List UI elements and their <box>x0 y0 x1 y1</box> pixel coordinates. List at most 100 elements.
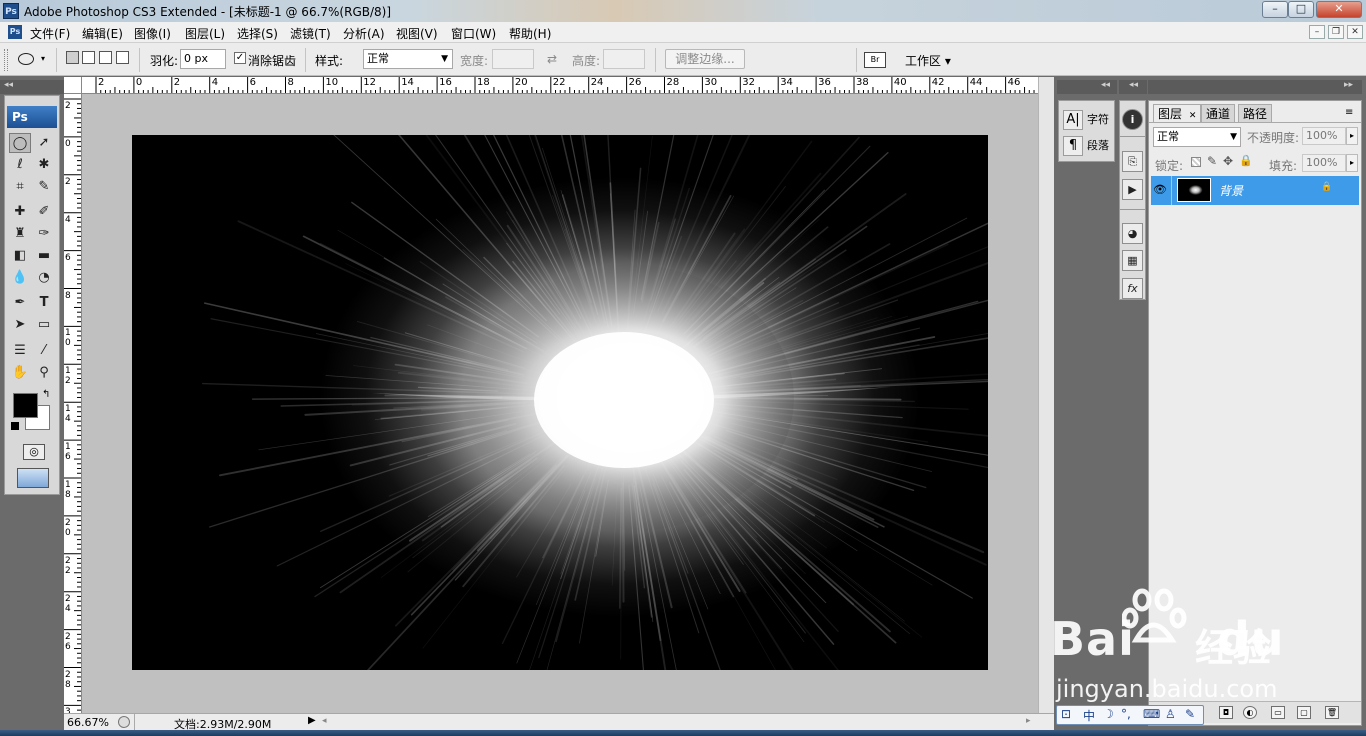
clone-stamp-tool-icon[interactable]: ♜ <box>9 224 31 244</box>
feather-input[interactable]: 0 px <box>180 49 226 69</box>
collapse-icon[interactable]: ▸▸ <box>1344 80 1353 90</box>
toolbox-header[interactable]: ◂◂ <box>0 80 64 94</box>
crop-tool-icon[interactable]: ⌗ <box>9 177 31 197</box>
swap-icon[interactable]: ⇄ <box>547 52 557 66</box>
menu-select[interactable]: 选择(S) <box>237 25 278 42</box>
zoom-level[interactable]: 66.67% <box>67 716 109 729</box>
taskbar[interactable] <box>0 730 1366 736</box>
actions-icon[interactable]: ▶ <box>1122 179 1143 200</box>
menu-filter[interactable]: 滤镜(T) <box>290 25 331 42</box>
dock-header-char[interactable]: ◂◂ <box>1057 80 1117 94</box>
layer-name[interactable]: 背景 <box>1219 182 1243 199</box>
new-selection-icon[interactable] <box>66 51 79 64</box>
swap-colors-icon[interactable]: ↰ <box>42 389 50 400</box>
fill-arrow-icon[interactable]: ▸ <box>1346 154 1358 172</box>
ruler-corner[interactable] <box>64 77 82 94</box>
shape-tool-icon[interactable]: ▭ <box>33 315 55 335</box>
zoom-tool-icon[interactable]: ⚲ <box>33 363 55 383</box>
ime-user-icon[interactable]: ♙ <box>1165 707 1176 721</box>
blend-mode-select[interactable]: 正常 ▼ <box>1153 127 1241 147</box>
collapse-icon[interactable]: ◂◂ <box>4 80 13 90</box>
menu-layer[interactable]: 图层(L) <box>185 25 225 42</box>
healing-brush-tool-icon[interactable]: ✚ <box>9 202 31 222</box>
scroll-right-icon[interactable]: ▸ <box>1026 716 1031 726</box>
ime-keyboard-icon[interactable]: ⌨ <box>1143 707 1160 721</box>
add-to-selection-icon[interactable] <box>82 51 95 64</box>
screen-mode-icon[interactable] <box>17 468 49 488</box>
marquee-tool-icon[interactable]: ◯ <box>9 133 31 153</box>
quick-mask-icon[interactable]: ◎ <box>23 444 45 460</box>
options-grip[interactable] <box>4 49 8 71</box>
opacity-input[interactable]: 100% <box>1302 127 1346 145</box>
maximize-button[interactable]: □ <box>1288 1 1314 18</box>
menu-edit[interactable]: 编辑(E) <box>82 25 123 42</box>
menu-image[interactable]: 图像(I) <box>134 25 171 42</box>
menu-file[interactable]: 文件(F) <box>30 25 70 42</box>
history-brush-tool-icon[interactable]: ✑ <box>33 224 55 244</box>
ime-moon-icon[interactable]: ☽ <box>1103 707 1114 721</box>
delete-layer-icon[interactable]: 🗑 <box>1325 706 1339 719</box>
width-input[interactable] <box>492 49 534 69</box>
blur-tool-icon[interactable]: 💧 <box>9 268 31 288</box>
refine-edge-button[interactable]: 调整边缘... <box>665 49 745 69</box>
menu-view[interactable]: 视图(V) <box>396 25 438 42</box>
tab-channels[interactable]: 通道 <box>1201 104 1236 122</box>
magic-wand-tool-icon[interactable]: ✱ <box>33 155 55 175</box>
eraser-tool-icon[interactable]: ◧ <box>9 246 31 266</box>
notes-tool-icon[interactable]: ☰ <box>9 341 31 361</box>
doc-minimize-button[interactable]: – <box>1309 25 1325 39</box>
height-input[interactable] <box>603 49 645 69</box>
history-icon[interactable]: ⎘ <box>1122 151 1143 172</box>
visibility-eye-icon[interactable]: 👁 <box>1153 183 1169 197</box>
color-palette-icon[interactable]: ◕ <box>1122 223 1143 244</box>
gradient-tool-icon[interactable]: ▬ <box>33 246 55 266</box>
panel-menu-icon[interactable]: ≡ <box>1345 107 1353 118</box>
path-selection-tool-icon[interactable]: ➤ <box>9 315 31 335</box>
lock-transparency-icon[interactable] <box>1191 157 1201 167</box>
character-panel-button[interactable]: A| 字符 <box>1063 109 1113 131</box>
ime-punct-icon[interactable]: °, <box>1121 707 1131 721</box>
adjustment-layer-icon[interactable]: ◐ <box>1243 706 1257 719</box>
hand-tool-icon[interactable]: ✋ <box>9 363 31 383</box>
slice-tool-icon[interactable]: ✎ <box>33 177 55 197</box>
status-menu-arrow-icon[interactable]: ▶ <box>308 715 316 726</box>
scroll-left-icon[interactable]: ◂ <box>322 716 327 726</box>
dodge-tool-icon[interactable]: ◔ <box>33 268 55 288</box>
lock-position-icon[interactable]: ✥ <box>1223 154 1233 168</box>
dock-header-layers[interactable]: ▸▸ <box>1148 80 1362 94</box>
info-icon[interactable]: i <box>1122 109 1143 130</box>
move-tool-icon[interactable]: ➚ <box>33 133 55 153</box>
paragraph-panel-button[interactable]: ¶ 段落 <box>1063 135 1113 157</box>
lasso-tool-icon[interactable]: ℓ <box>9 155 31 175</box>
tool-preset-dropdown-icon[interactable]: ▾ <box>41 54 45 63</box>
elliptical-marquee-icon[interactable] <box>18 53 34 65</box>
close-button[interactable]: ✕ <box>1316 1 1362 18</box>
menu-window[interactable]: 窗口(W) <box>451 25 496 42</box>
tab-layers[interactable]: 图层 ✕ <box>1153 104 1202 122</box>
lock-all-icon[interactable]: 🔒 <box>1239 154 1253 167</box>
default-colors-icon[interactable] <box>11 422 19 430</box>
ime-tools-icon[interactable]: ✎ <box>1185 707 1195 721</box>
layer-row-background[interactable]: 👁 背景 🔒 <box>1151 176 1359 205</box>
horizontal-ruler[interactable]: 2 0 2 4 6 8 10 12 14 16 18 20 22 24 26 28 30 32 34 36 38 40 42… <box>82 77 1038 94</box>
new-layer-icon[interactable]: ▢ <box>1297 706 1311 719</box>
eyedropper-tool-icon[interactable]: ⁄ <box>33 341 55 361</box>
ime-mode[interactable]: 中 <box>1083 707 1095 724</box>
doc-restore-button[interactable]: ❐ <box>1328 25 1344 39</box>
ime-logo-icon[interactable]: ⊡ <box>1061 707 1071 721</box>
canvas-workspace[interactable] <box>82 94 1038 713</box>
collapse-icon[interactable]: ◂◂ <box>1129 80 1138 90</box>
fill-input[interactable]: 100% <box>1302 154 1346 172</box>
brush-tool-icon[interactable]: ✐ <box>33 202 55 222</box>
type-tool-icon[interactable]: T <box>33 293 55 313</box>
antialias-checkbox[interactable]: ✓ <box>234 52 246 64</box>
add-mask-icon[interactable]: ◘ <box>1219 706 1233 719</box>
doc-close-button[interactable]: ✕ <box>1347 25 1363 39</box>
swatches-icon[interactable]: ▦ <box>1122 250 1143 271</box>
workspace-button[interactable]: 工作区 ▾ <box>905 52 951 69</box>
vertical-ruler[interactable]: 2024681 01 21 41 61 82 02 22 42 62 83 <box>64 94 82 713</box>
pen-tool-icon[interactable]: ✒ <box>9 293 31 313</box>
menu-help[interactable]: 帮助(H) <box>509 25 551 42</box>
menu-analysis[interactable]: 分析(A) <box>343 25 385 42</box>
opacity-arrow-icon[interactable]: ▸ <box>1346 127 1358 145</box>
